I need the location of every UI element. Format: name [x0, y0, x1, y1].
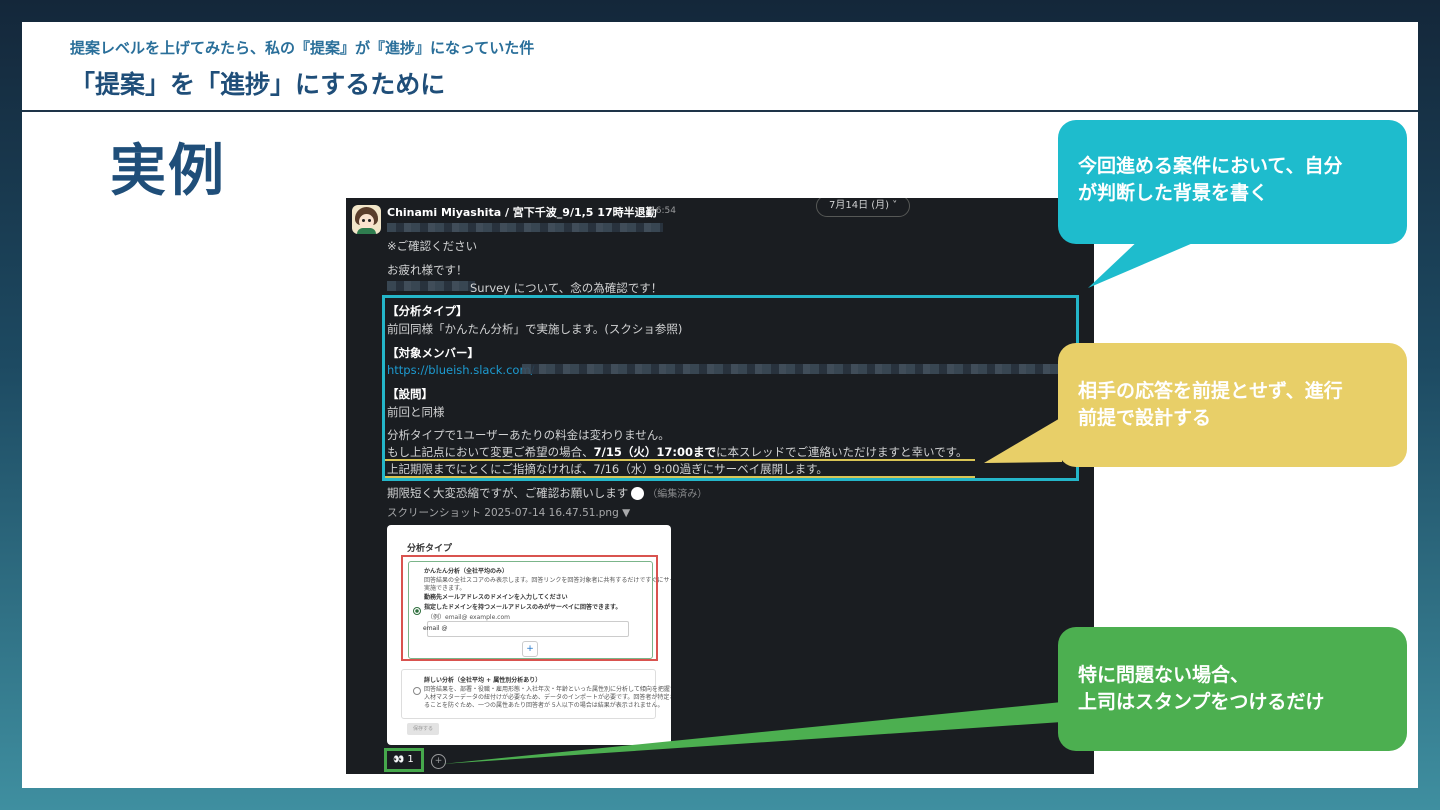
email-domain-field[interactable] — [427, 621, 629, 637]
msg-closing-text: 期限短く大変恐縮ですが、ご確認お願いします — [387, 486, 629, 500]
opt2-desc3: ることを防ぐため、一つの属性あたり回答者が 5人以下の場合は結果が表示されません… — [424, 702, 664, 709]
domain-desc: 指定したドメインを持つメールアドレスのみがサーベイに回答できます。 — [424, 604, 622, 611]
opt1-title: かんたん分析（全社平均のみ） — [424, 568, 509, 575]
add-reaction-icon[interactable]: + — [431, 754, 446, 769]
email-label: email @ — [423, 625, 448, 632]
callout-stamp: 特に問題ない場合、 上司はスタンプをつけるだけ — [1058, 627, 1407, 751]
callout-c3-line1: 特に問題ない場合、 — [1078, 664, 1250, 686]
callout-c1-line2: が判断した背景を書く — [1078, 182, 1269, 204]
eyes-emoji-icon: 👀 — [393, 755, 405, 765]
callout-c3-line2: 上司はスタンプをつけるだけ — [1078, 691, 1325, 713]
msg-survey: Survey について、念の為確認です！ — [470, 281, 663, 295]
title-divider — [22, 110, 1418, 112]
msg-greeting: お疲れ様です！ — [387, 263, 468, 277]
callout-background: 今回進める案件において、自分 が判断した背景を書く — [1058, 120, 1407, 244]
save-button[interactable]: 保存する — [407, 723, 439, 735]
callout-c1-line1: 今回進める案件において、自分 — [1078, 155, 1343, 177]
redacted-block — [387, 281, 475, 291]
attachment-name[interactable]: スクリーンショット 2025-07-14 16.47.51.png ▼ — [387, 505, 630, 520]
radio-unselected[interactable] — [413, 687, 421, 695]
message-time[interactable]: 16:54 — [650, 206, 676, 216]
slide: 提案レベルを上げてみたら、私の『提案』が『進捗』になっていた件 「提案」を「進捗… — [22, 22, 1418, 788]
radio-selected[interactable] — [413, 607, 421, 615]
screenshot-preview[interactable]: 分析タイプ かんたん分析（全社平均のみ） 回答結果の全社スコアのみ表示します。回… — [387, 525, 671, 745]
bow-emoji-icon — [631, 487, 645, 500]
add-domain-button[interactable]: + — [522, 641, 538, 657]
domain-label: 勤務先メールアドレスのドメインを入力してください — [424, 594, 568, 601]
tail-cyan — [1088, 237, 1207, 288]
callout-c2-line2: 前提で設計する — [1078, 407, 1212, 429]
redacted-block — [387, 223, 663, 232]
date-pill[interactable]: 7月14日 (月) ˅ — [816, 198, 911, 217]
opt2-title: 詳しい分析（全社平均 + 属性別分析あり） — [424, 677, 542, 684]
section-heading: 実例 — [110, 139, 226, 204]
reaction-count: 1 — [407, 754, 414, 765]
slide-title: 「提案」を「進捗」にするために — [70, 70, 446, 99]
msg-confirm: ※ご確認ください — [387, 239, 478, 253]
msg-closing: 期限短く大変恐縮ですが、ご確認お願いします （編集済み） — [387, 485, 707, 501]
preview-title: 分析タイプ — [407, 544, 453, 554]
slide-subtitle: 提案レベルを上げてみたら、私の『提案』が『進捗』になっていた件 — [70, 39, 535, 57]
opt1-desc2: 実施できます。 — [424, 585, 466, 592]
callout-c2-line1: 相手の応答を前提とせず、進行 — [1078, 380, 1343, 402]
highlight-box — [382, 295, 1079, 481]
domain-example: （例）email@ example.com — [427, 614, 511, 621]
edited-label: （編集済み） — [647, 489, 708, 500]
reaction-eyes[interactable]: 👀 1 — [384, 748, 424, 772]
user-avatar[interactable] — [352, 205, 381, 234]
callout-design: 相手の応答を前提とせず、進行 前提で設計する — [1058, 343, 1407, 467]
sender-name[interactable]: Chinami Miyashita / 宮下千波_9/1,5 17時半退勤 — [387, 204, 657, 220]
slack-screenshot: Chinami Miyashita / 宮下千波_9/1,5 17時半退勤 16… — [346, 198, 1094, 774]
